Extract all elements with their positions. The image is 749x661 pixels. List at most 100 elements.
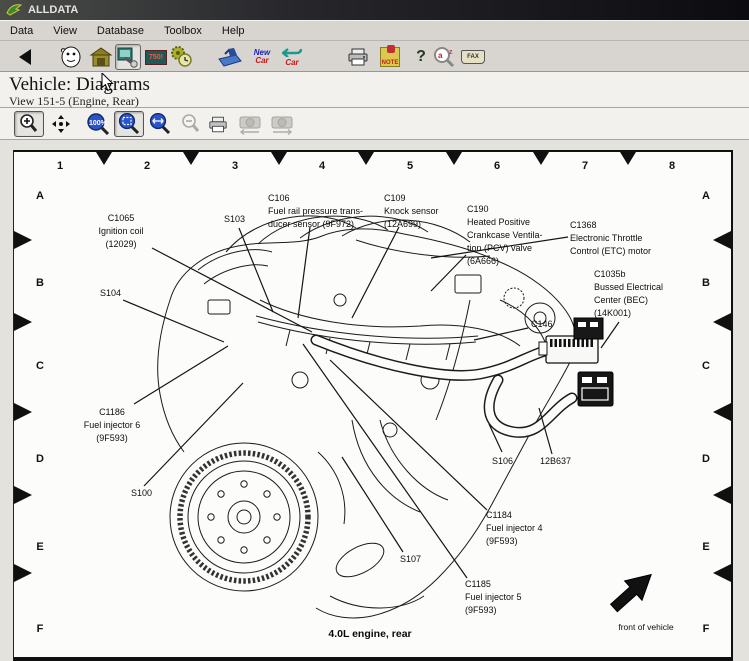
gears-clock-icon bbox=[169, 45, 193, 69]
grid-row-c-right: C bbox=[699, 360, 713, 372]
zoom-in-button[interactable] bbox=[14, 111, 44, 137]
zoom-out-button[interactable] bbox=[178, 111, 204, 137]
callout-c1184: C1184 Fuel injector 4 (9F593) bbox=[486, 509, 543, 548]
alldata-logo-icon bbox=[6, 3, 22, 17]
note-icon: NOTE bbox=[380, 47, 400, 67]
callout-s107: S107 bbox=[400, 553, 421, 566]
maintenance-button[interactable] bbox=[168, 44, 194, 70]
grid-col-4: 4 bbox=[315, 160, 329, 172]
search-az-icon: a z bbox=[433, 46, 457, 68]
monitor-button[interactable]: 750! bbox=[143, 44, 169, 70]
zoom-100-icon: 100% bbox=[86, 113, 110, 135]
zoom-fit-icon bbox=[118, 113, 140, 135]
menu-view[interactable]: View bbox=[43, 23, 87, 39]
callout-c146: C146 bbox=[531, 318, 553, 331]
assistant-face-icon bbox=[60, 46, 82, 68]
callout-c106: C106 Fuel rail pressure trans- ducer sen… bbox=[268, 192, 363, 231]
main-toolbar: 750! New Car Car bbox=[0, 42, 749, 72]
printer-icon bbox=[208, 116, 228, 133]
callout-c1368: C1368 Electronic Throttle Control (ETC) … bbox=[570, 219, 651, 258]
diagram-caption: 4.0L engine, rear bbox=[295, 628, 445, 640]
svg-text:a: a bbox=[438, 51, 443, 60]
zoom-100-button[interactable]: 100% bbox=[84, 111, 112, 137]
search-button[interactable]: a z bbox=[432, 44, 458, 70]
callout-c1035b: C1035b Bussed Electrical Center (BEC) (1… bbox=[594, 268, 663, 320]
back-icon bbox=[19, 49, 31, 65]
menu-data[interactable]: Data bbox=[0, 23, 43, 39]
zoom-fit-button[interactable] bbox=[114, 111, 144, 137]
question-mark-icon: ? bbox=[416, 48, 426, 66]
menu-toolbox[interactable]: Toolbox bbox=[154, 23, 212, 39]
previous-car-icon: Car bbox=[282, 48, 302, 67]
grid-row-d-right: D bbox=[699, 453, 713, 465]
callout-s106: S106 bbox=[492, 455, 513, 468]
new-car-button[interactable]: New Car bbox=[249, 44, 275, 70]
previous-car-button[interactable]: Car bbox=[279, 44, 305, 70]
grid-col-6: 6 bbox=[490, 160, 504, 172]
notes-button[interactable]: NOTE bbox=[377, 44, 403, 70]
callout-s100: S100 bbox=[131, 487, 152, 500]
callout-c1065: C1065 Ignition coil (12029) bbox=[88, 212, 154, 251]
vehicle-diagnostics-button[interactable] bbox=[115, 44, 141, 70]
camera-back-icon bbox=[238, 113, 262, 135]
note-pin-icon bbox=[387, 45, 395, 53]
zoom-width-icon bbox=[149, 113, 171, 135]
garage-icon bbox=[89, 47, 113, 67]
svg-text:100%: 100% bbox=[89, 120, 108, 127]
grid-row-a-right: A bbox=[699, 190, 713, 202]
menu-help[interactable]: Help bbox=[212, 23, 255, 39]
grid-row-f-right: F bbox=[699, 623, 713, 635]
back-button[interactable] bbox=[12, 44, 38, 70]
zoom-out-icon bbox=[181, 114, 201, 134]
callout-s103: S103 bbox=[224, 213, 245, 226]
menubar: Data View Database Toolbox Help bbox=[0, 20, 749, 41]
hand-keypad-icon bbox=[216, 47, 242, 67]
assistant-button[interactable] bbox=[58, 44, 84, 70]
zoom-width-button[interactable] bbox=[146, 111, 174, 137]
grid-col-5: 5 bbox=[403, 160, 417, 172]
grid-col-7: 7 bbox=[578, 160, 592, 172]
callout-c109: C109 Knock sensor (12A699) bbox=[384, 192, 439, 231]
monitor-icon: 750! bbox=[145, 50, 167, 65]
parts-labor-button[interactable] bbox=[216, 44, 242, 70]
callout-c1185: C1185 Fuel injector 5 (9F593) bbox=[465, 578, 522, 617]
pan-button[interactable] bbox=[48, 111, 74, 137]
fax-machine-icon: FAX bbox=[461, 50, 485, 64]
previous-view-button[interactable] bbox=[236, 111, 264, 137]
grid-col-3: 3 bbox=[228, 160, 242, 172]
diagram-print-button[interactable] bbox=[206, 111, 230, 137]
new-car-icon: New Car bbox=[254, 49, 270, 65]
shop-button[interactable] bbox=[88, 44, 114, 70]
grid-row-c-left: C bbox=[33, 360, 47, 372]
grid-row-a-left: A bbox=[33, 190, 47, 202]
callout-s104: S104 bbox=[100, 287, 121, 300]
window-title: ALLDATA bbox=[28, 4, 78, 16]
zoom-toolbar: 100% bbox=[0, 108, 749, 140]
grid-row-e-left: E bbox=[33, 541, 47, 553]
help-button[interactable]: ? bbox=[408, 44, 434, 70]
page-title: Vehicle: Diagrams bbox=[9, 74, 150, 96]
fax-button[interactable]: FAX bbox=[460, 44, 486, 70]
alldata-app: { "window": { "title": "ALLDATA" }, "men… bbox=[0, 0, 749, 661]
diagnostics-tool-icon bbox=[117, 46, 139, 68]
camera-forward-icon bbox=[270, 113, 294, 135]
grid-col-1: 1 bbox=[53, 160, 67, 172]
mouse-cursor bbox=[101, 73, 115, 92]
grid-row-b-right: B bbox=[699, 277, 713, 289]
pan-arrows-icon bbox=[51, 114, 71, 134]
svg-text:z: z bbox=[449, 49, 453, 56]
next-view-button[interactable] bbox=[268, 111, 296, 137]
callout-c190: C190 Heated Positive Crankcase Ventila- … bbox=[467, 203, 543, 268]
print-button[interactable] bbox=[345, 44, 371, 70]
titlebar[interactable]: ALLDATA bbox=[0, 0, 749, 20]
grid-row-d-left: D bbox=[33, 453, 47, 465]
grid-col-2: 2 bbox=[140, 160, 154, 172]
grid-row-f-left: F bbox=[33, 623, 47, 635]
callout-12b637: 12B637 bbox=[540, 455, 571, 468]
grid-row-e-right: E bbox=[699, 541, 713, 553]
page-subtitle: View 151-5 (Engine, Rear) bbox=[9, 94, 139, 109]
printer-icon bbox=[347, 48, 369, 66]
menu-database[interactable]: Database bbox=[87, 23, 154, 39]
callout-c1186: C1186 Fuel injector 6 (9F593) bbox=[78, 406, 146, 445]
zoom-in-icon bbox=[19, 114, 39, 134]
